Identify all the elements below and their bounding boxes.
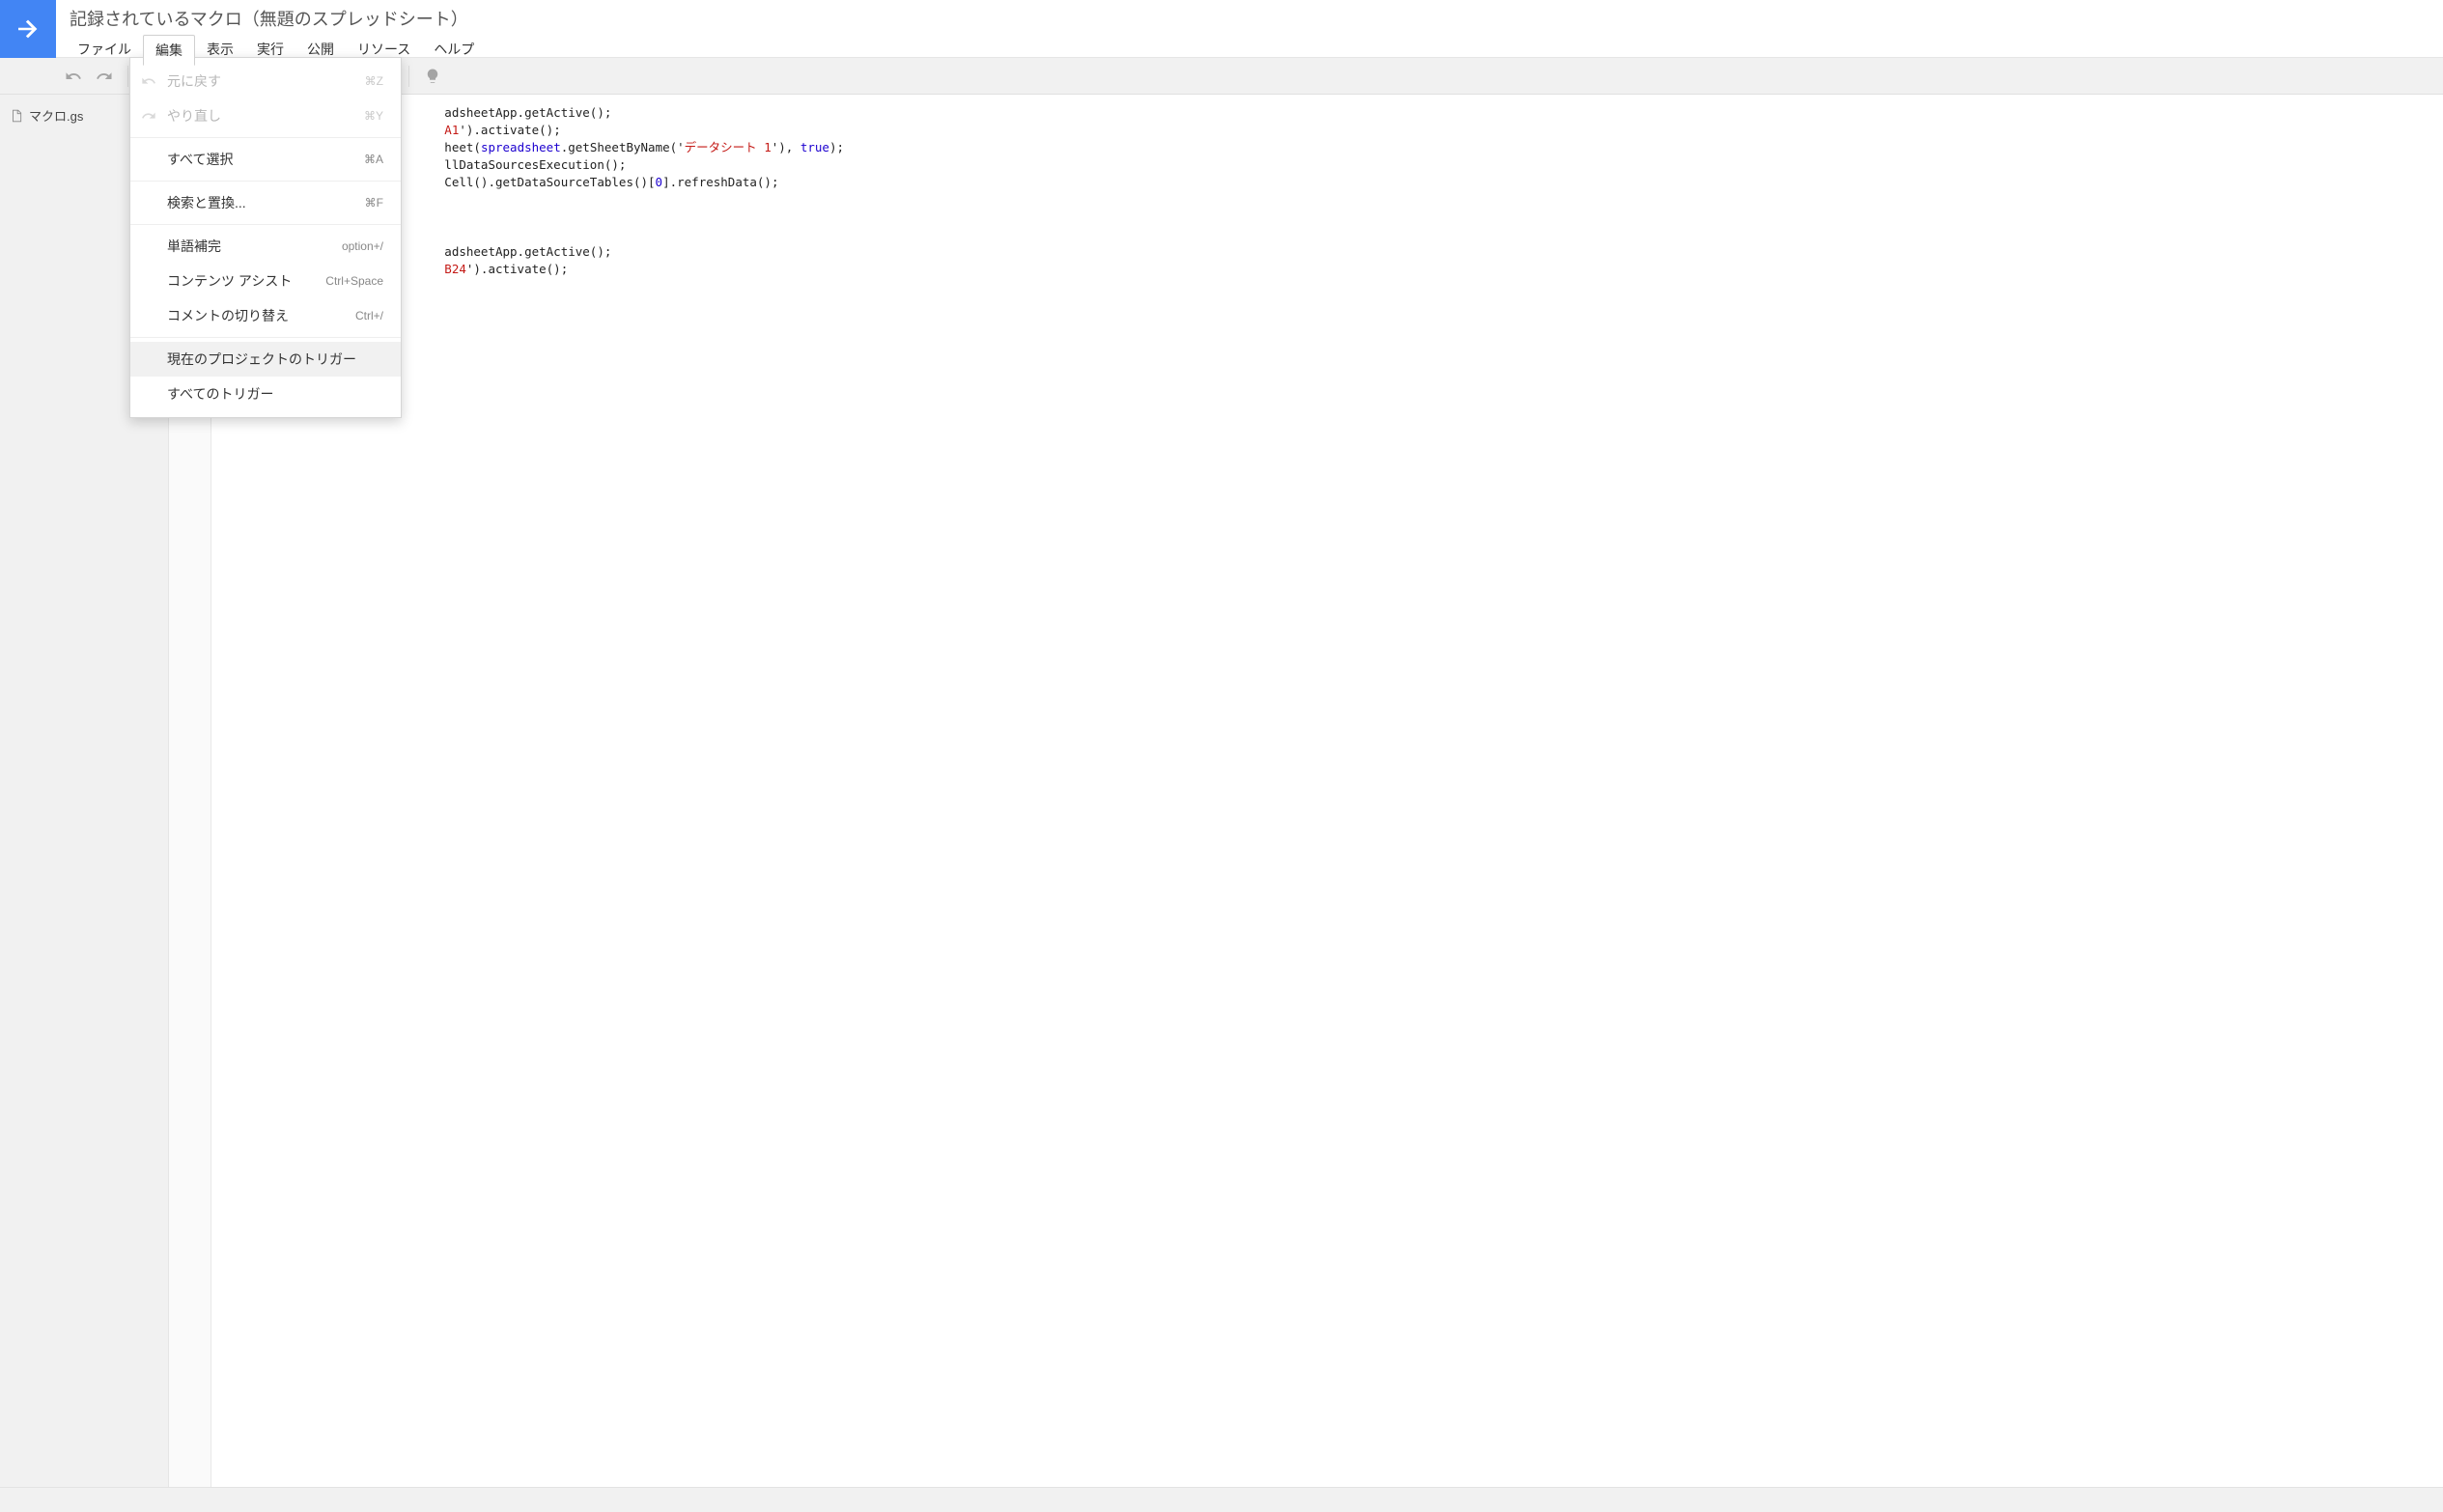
menu-item-label: 検索と置換...	[167, 193, 246, 212]
menu-item-label: やり直し	[167, 106, 221, 126]
header: 記録されているマクロ（無題のスプレッドシート） ファイル 編集 表示 実行 公開…	[0, 0, 2443, 58]
status-bar	[0, 1487, 2443, 1512]
menu-all-triggers[interactable]: すべてのトリガー	[130, 377, 401, 411]
apps-script-logo	[0, 0, 56, 58]
menu-current-project-triggers[interactable]: 現在のプロジェクトのトリガー	[130, 342, 401, 377]
menu-separator	[130, 224, 401, 225]
redo-button[interactable]	[91, 63, 118, 90]
menu-item-label: すべて選択	[167, 150, 233, 169]
shortcut-label: ⌘A	[364, 153, 383, 166]
file-item-label: マクロ.gs	[29, 106, 83, 125]
menu-find-replace[interactable]: 検索と置換... ⌘F	[130, 185, 401, 220]
lightbulb-icon	[424, 68, 441, 85]
file-icon	[10, 109, 23, 123]
menu-item-label: コンテンツ アシスト	[167, 271, 292, 291]
shortcut-label: ⌘Y	[364, 109, 383, 123]
shortcut-label: ⌘Z	[365, 74, 383, 88]
title-area: 記録されているマクロ（無題のスプレッドシート） ファイル 編集 表示 実行 公開…	[56, 0, 490, 66]
shortcut-label: option+/	[342, 239, 383, 253]
toolbar-separator	[127, 66, 128, 87]
undo-icon	[65, 68, 82, 85]
undo-icon	[140, 73, 157, 89]
document-title[interactable]: 記録されているマクロ（無題のスプレッドシート）	[66, 4, 486, 33]
menu-item-label: 元に戻す	[167, 71, 221, 91]
menu-separator	[130, 181, 401, 182]
menu-edit[interactable]: 編集	[143, 35, 195, 66]
shortcut-label: Ctrl+Space	[325, 274, 383, 288]
menu-undo[interactable]: 元に戻す ⌘Z	[130, 64, 401, 98]
code-editor[interactable]: xxxxxxxxxxxxxxxxxxxxxxxxxxxxxxxadsheetAp…	[169, 95, 2443, 1487]
shortcut-label: Ctrl+/	[355, 309, 383, 322]
redo-icon	[140, 108, 157, 124]
menu-item-label: すべてのトリガー	[167, 384, 273, 404]
menu-toggle-comment[interactable]: コメントの切り替え Ctrl+/	[130, 298, 401, 333]
shortcut-label: ⌘F	[365, 196, 383, 210]
menu-item-label: コメントの切り替え	[167, 306, 289, 325]
menu-word-complete[interactable]: 単語補完 option+/	[130, 229, 401, 264]
toolbar-separator	[408, 66, 409, 87]
menu-redo[interactable]: やり直し ⌘Y	[130, 98, 401, 133]
menu-content-assist[interactable]: コンテンツ アシスト Ctrl+Space	[130, 264, 401, 298]
menu-help[interactable]: ヘルプ	[422, 35, 486, 66]
code-content: xxxxxxxxxxxxxxxxxxxxxxxxxxxxxxxadsheetAp…	[219, 95, 2443, 278]
edit-menu-dropdown: 元に戻す ⌘Z やり直し ⌘Y すべて選択 ⌘A 検索と置換... ⌘F 単語補…	[129, 57, 402, 418]
menu-separator	[130, 337, 401, 338]
menu-item-label: 単語補完	[167, 237, 221, 256]
menu-separator	[130, 137, 401, 138]
menu-select-all[interactable]: すべて選択 ⌘A	[130, 142, 401, 177]
undo-button[interactable]	[60, 63, 87, 90]
lightbulb-button[interactable]	[419, 63, 446, 90]
arrow-right-icon	[14, 14, 42, 43]
redo-icon	[96, 68, 113, 85]
menu-item-label: 現在のプロジェクトのトリガー	[167, 350, 356, 369]
